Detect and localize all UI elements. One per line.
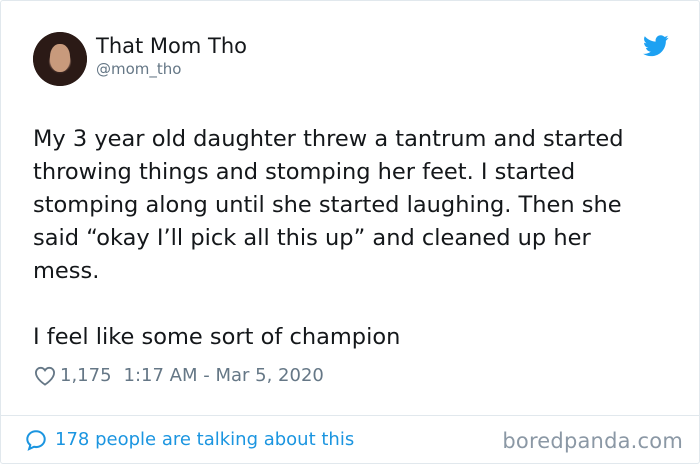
tweet-card: That Mom Tho @mom_tho My 3 year old daug… bbox=[0, 0, 700, 464]
timestamp[interactable]: 1:17 AM - Mar 5, 2020 bbox=[124, 364, 324, 388]
tweet-text: My 3 year old daughter threw a tantrum a… bbox=[33, 126, 624, 350]
avatar-face bbox=[50, 44, 70, 72]
avatar[interactable] bbox=[33, 32, 87, 86]
like-count[interactable]: 1,175 bbox=[60, 364, 112, 388]
divider bbox=[1, 415, 699, 416]
display-name[interactable]: That Mom Tho bbox=[96, 33, 247, 59]
user-handle[interactable]: @mom_tho bbox=[96, 60, 181, 78]
talking-label[interactable]: 178 people are talking about this bbox=[55, 428, 354, 452]
watermark: boredpanda.com bbox=[502, 429, 683, 453]
heart-icon[interactable] bbox=[34, 366, 56, 386]
speech-bubble-icon bbox=[26, 430, 46, 451]
tweet-meta: 1,175 1:17 AM - Mar 5, 2020 bbox=[34, 364, 324, 388]
twitter-bird-icon[interactable] bbox=[643, 35, 669, 57]
conversation-link[interactable]: 178 people are talking about this bbox=[25, 428, 354, 452]
